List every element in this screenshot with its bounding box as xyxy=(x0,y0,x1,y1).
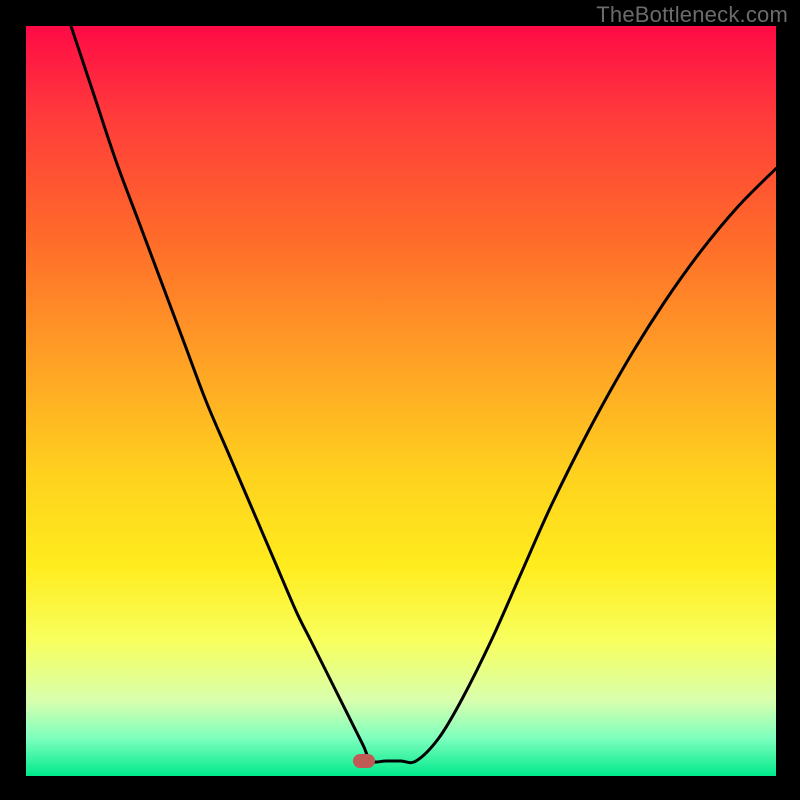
watermark-text: TheBottleneck.com xyxy=(596,2,788,28)
plot-area xyxy=(26,26,776,776)
minimum-marker xyxy=(353,754,375,768)
chart-frame: TheBottleneck.com xyxy=(0,0,800,800)
bottleneck-curve xyxy=(26,26,776,776)
curve-path xyxy=(71,26,776,763)
